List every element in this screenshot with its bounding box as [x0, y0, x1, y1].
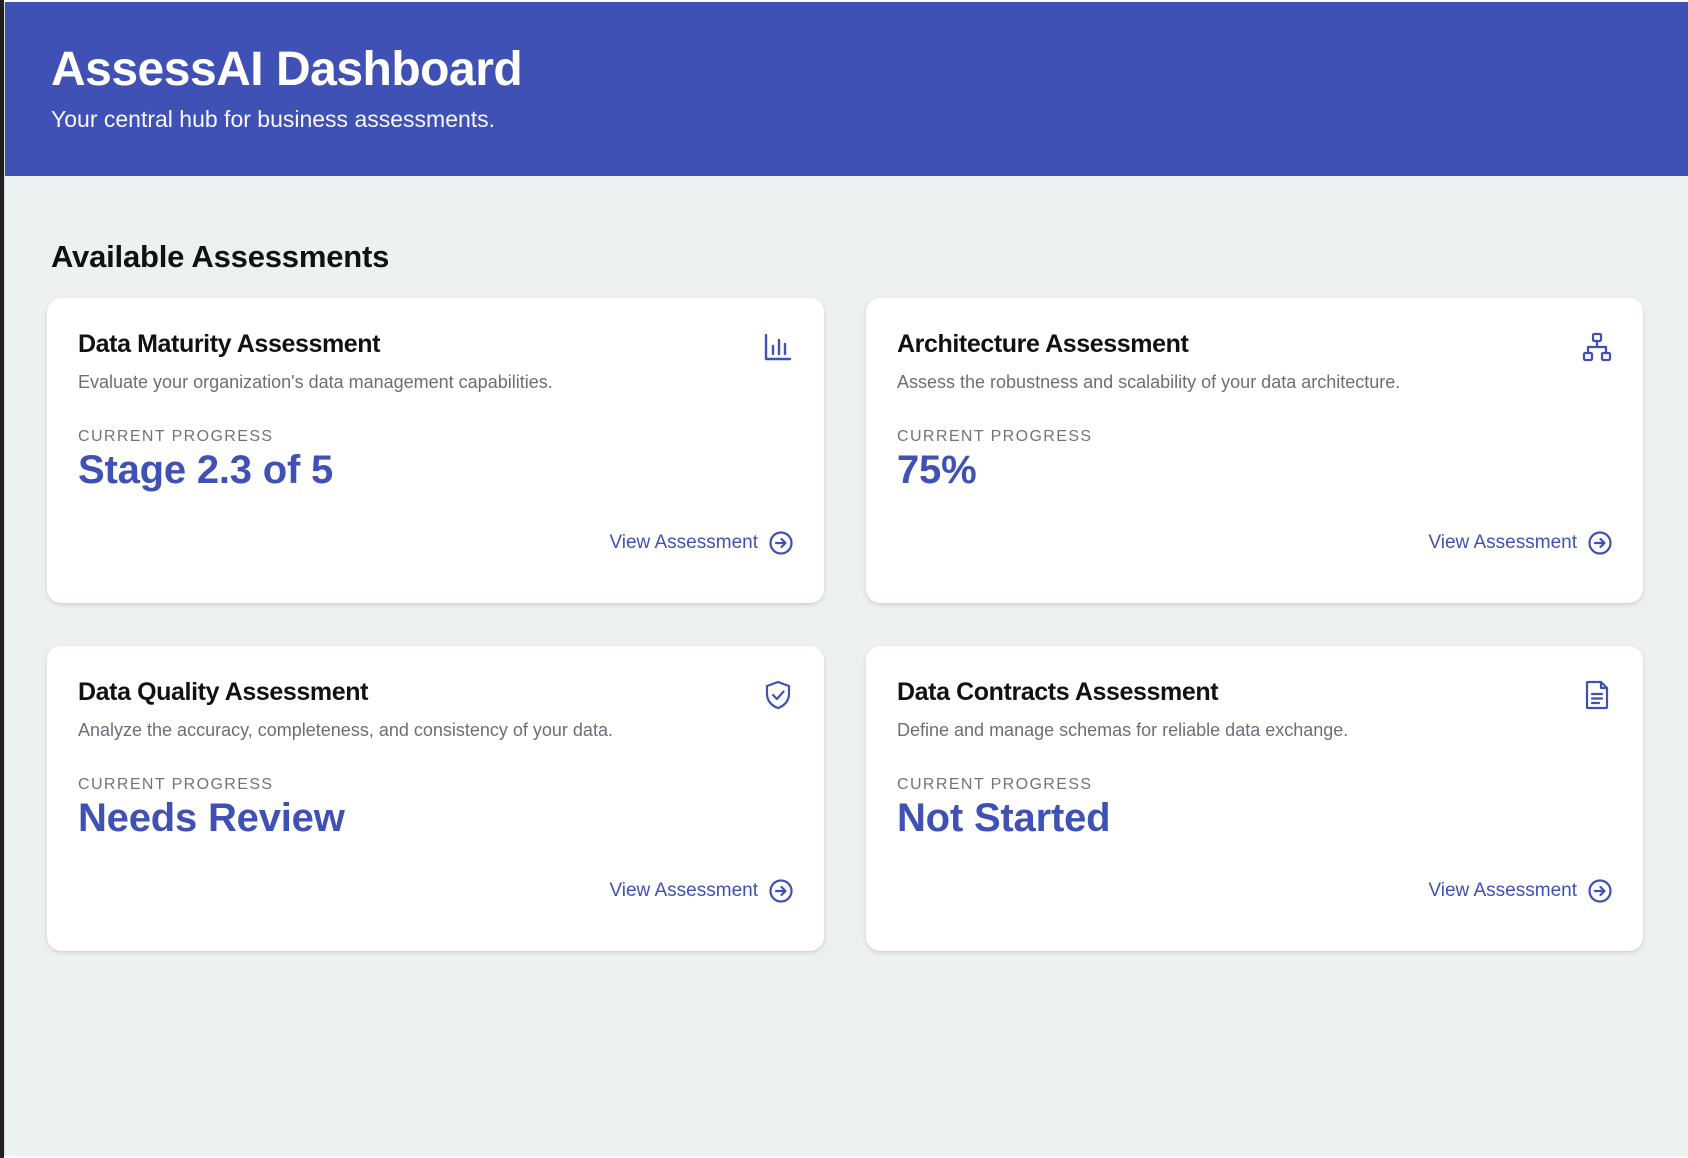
view-assessment-link[interactable]: View Assessment: [1428, 530, 1613, 556]
arrow-circle-right-icon: [1588, 879, 1612, 903]
view-assessment-label: View Assessment: [609, 880, 758, 901]
assessment-card-data-quality: Data Quality Assessment Analyze the accu…: [47, 646, 824, 951]
progress-label: CURRENT PROGRESS: [78, 428, 274, 445]
card-description: Evaluate your organization's data manage…: [78, 372, 553, 392]
page-header: AssessAI Dashboard Your central hub for …: [5, 2, 1688, 176]
view-assessment-label: View Assessment: [609, 532, 758, 553]
view-assessment-label: View Assessment: [1428, 532, 1577, 553]
view-assessment-link[interactable]: View Assessment: [1428, 878, 1613, 904]
section-title: Available Assessments: [51, 239, 390, 274]
progress-label: CURRENT PROGRESS: [897, 776, 1093, 793]
dashboard-page: AssessAI Dashboard Your central hub for …: [4, 2, 1688, 1156]
view-assessment-link[interactable]: View Assessment: [609, 878, 794, 904]
card-description: Define and manage schemas for reliable d…: [897, 720, 1349, 740]
network-icon: [1581, 331, 1613, 363]
card-description: Analyze the accuracy, completeness, and …: [78, 720, 613, 740]
assessment-card-architecture: Architecture Assessment Assess the robus…: [866, 298, 1643, 603]
card-description: Assess the robustness and scalability of…: [897, 372, 1401, 392]
page-subtitle: Your central hub for business assessment…: [51, 106, 496, 132]
arrow-circle-right-icon: [1588, 531, 1612, 555]
arrow-circle-right-icon: [769, 879, 793, 903]
assessment-card-data-contracts: Data Contracts Assessment Define and man…: [866, 646, 1643, 951]
assessment-card-data-maturity: Data Maturity Assessment Evaluate your o…: [47, 298, 824, 603]
page-title: AssessAI Dashboard: [51, 43, 523, 96]
card-title: Architecture Assessment: [897, 330, 1189, 358]
card-title: Data Maturity Assessment: [78, 330, 381, 358]
card-title: Data Quality Assessment: [78, 678, 368, 706]
shield-check-icon: [762, 679, 794, 711]
progress-label: CURRENT PROGRESS: [78, 776, 274, 793]
progress-value: 75%: [897, 448, 977, 492]
progress-value: Needs Review: [78, 796, 345, 840]
bar-chart-icon: [762, 331, 794, 363]
progress-value: Stage 2.3 of 5: [78, 448, 334, 492]
progress-value: Not Started: [897, 796, 1111, 840]
arrow-circle-right-icon: [769, 531, 793, 555]
view-assessment-link[interactable]: View Assessment: [609, 530, 794, 556]
card-title: Data Contracts Assessment: [897, 678, 1219, 706]
progress-label: CURRENT PROGRESS: [897, 428, 1093, 445]
document-icon: [1581, 679, 1613, 711]
view-assessment-label: View Assessment: [1428, 880, 1577, 901]
